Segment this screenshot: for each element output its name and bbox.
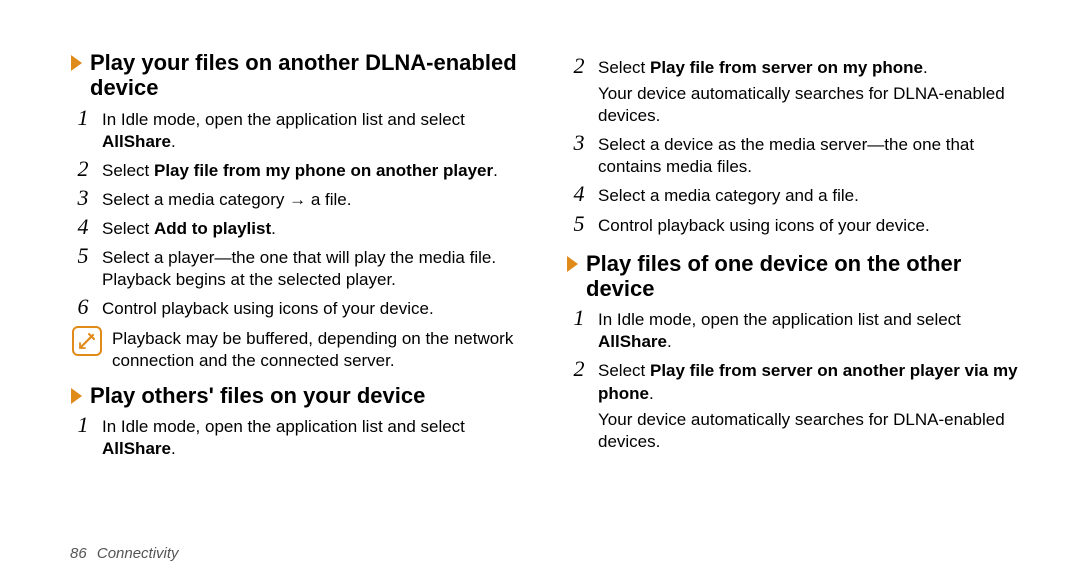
step-number: 3: [568, 132, 590, 154]
step: 2 Select Play file from server on another…: [568, 358, 1020, 404]
step-text: Select a media category → a file.: [102, 187, 351, 211]
step-text: Select Add to playlist.: [102, 216, 276, 240]
section-title: Play files of one device on the other de…: [586, 251, 1020, 302]
step-number: 4: [72, 216, 94, 238]
step: 1 In Idle mode, open the application list…: [72, 414, 524, 460]
section-heading: Play others' files on your device: [70, 383, 524, 408]
steps-list: 1 In Idle mode, open the application list…: [70, 107, 524, 321]
step-text: Control playback using icons of your dev…: [598, 213, 930, 237]
section-heading: Play files of one device on the other de…: [566, 251, 1020, 302]
right-column: 2 Select Play file from server on my phon…: [566, 50, 1020, 464]
chevron-icon: [70, 387, 84, 405]
steps-list: 1 In Idle mode, open the application list…: [566, 307, 1020, 453]
step-number: 2: [568, 358, 590, 380]
step-text: Select Play file from my phone on anothe…: [102, 158, 498, 182]
step: 2 Select Play file from server on my phon…: [568, 55, 1020, 79]
step-number: 2: [568, 55, 590, 77]
step-text: In Idle mode, open the application list …: [102, 107, 524, 153]
step: 4 Select Add to playlist.: [72, 216, 524, 240]
step-number: 5: [568, 213, 590, 235]
step-subtext: Your device automatically searches for D…: [598, 83, 1020, 127]
step-number: 5: [72, 245, 94, 267]
note-text: Playback may be buffered, depending on t…: [112, 326, 524, 372]
page-number: 86: [70, 545, 87, 562]
step-number: 1: [72, 107, 94, 129]
step-number: 2: [72, 158, 94, 180]
step: 4 Select a media category and a file.: [568, 183, 1020, 207]
chevron-icon: [566, 255, 580, 273]
step: 3 Select a media category → a file.: [72, 187, 524, 211]
footer-section-name: Connectivity: [97, 545, 179, 562]
step-text: Select Play file from server on my phone…: [598, 55, 928, 79]
step-subtext: Your device automatically searches for D…: [598, 409, 1020, 453]
page-content: Play your files on another DLNA-enabled …: [0, 0, 1080, 464]
step-number: 6: [72, 296, 94, 318]
step: 5 Select a player—the one that will play …: [72, 245, 524, 291]
step: 6 Control playback using icons of your de…: [72, 296, 524, 320]
chevron-icon: [70, 54, 84, 72]
step-number: 4: [568, 183, 590, 205]
section-title: Play your files on another DLNA-enabled …: [90, 50, 524, 101]
page-footer: 86 Connectivity: [70, 545, 179, 562]
step-number: 1: [568, 307, 590, 329]
step-text: Select a device as the media server—the …: [598, 132, 1020, 178]
step: 3 Select a device as the media server—the…: [568, 132, 1020, 178]
step-text: Select a media category and a file.: [598, 183, 859, 207]
steps-list: 2 Select Play file from server on my phon…: [566, 55, 1020, 237]
step: 2 Select Play file from my phone on anoth…: [72, 158, 524, 182]
step: 5 Control playback using icons of your de…: [568, 213, 1020, 237]
step-number: 1: [72, 414, 94, 436]
section-heading: Play your files on another DLNA-enabled …: [70, 50, 524, 101]
steps-list: 1 In Idle mode, open the application list…: [70, 414, 524, 460]
step-text: Control playback using icons of your dev…: [102, 296, 434, 320]
note-icon: [72, 326, 102, 356]
step-number: 3: [72, 187, 94, 209]
note: Playback may be buffered, depending on t…: [72, 326, 524, 372]
step-text: Select a player—the one that will play t…: [102, 245, 524, 291]
step-text: In Idle mode, open the application list …: [102, 414, 524, 460]
left-column: Play your files on another DLNA-enabled …: [70, 50, 524, 464]
section-title: Play others' files on your device: [90, 383, 425, 408]
step-text: Select Play file from server on another …: [598, 358, 1020, 404]
step: 1 In Idle mode, open the application list…: [568, 307, 1020, 353]
step-text: In Idle mode, open the application list …: [598, 307, 1020, 353]
step: 1 In Idle mode, open the application list…: [72, 107, 524, 153]
